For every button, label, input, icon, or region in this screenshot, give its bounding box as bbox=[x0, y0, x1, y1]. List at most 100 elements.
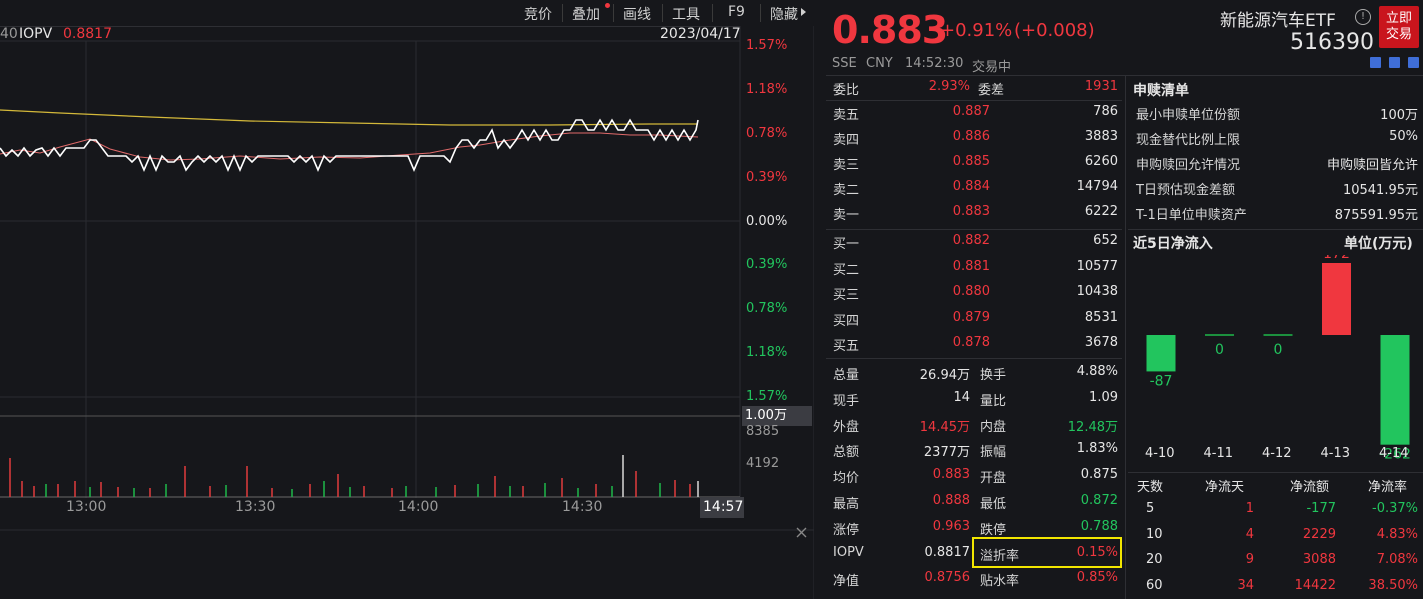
security-name: 新能源汽车ETF bbox=[1220, 11, 1336, 31]
stat-value: 0.872 bbox=[1080, 493, 1118, 508]
redemption-value: 申购赎回皆允许 bbox=[1326, 158, 1418, 173]
stat-label: 净值 bbox=[833, 574, 860, 590]
netflow-flow-days: 34 bbox=[1237, 577, 1254, 593]
pct-tick: 1.57% bbox=[746, 38, 788, 53]
expand-icon[interactable] bbox=[1389, 57, 1400, 68]
stat-label: 最低 bbox=[980, 497, 1007, 512]
wei-cha-value: 1931 bbox=[1084, 79, 1118, 94]
time-label: 13:00 bbox=[66, 499, 107, 515]
netflow-days: 60 bbox=[1146, 577, 1163, 593]
netflow-value-label: -87 bbox=[1150, 373, 1173, 389]
ask-price[interactable]: 0.887 bbox=[900, 104, 990, 119]
change-abs: (+0.008) bbox=[1014, 20, 1095, 41]
ask-price[interactable]: 0.886 bbox=[900, 129, 990, 144]
stat-value: 0.888 bbox=[932, 493, 970, 508]
exchange: SSE bbox=[832, 56, 857, 71]
netflow-amount: 3088 bbox=[1302, 552, 1336, 567]
ask-price[interactable]: 0.883 bbox=[900, 204, 990, 219]
time-label: 14:00 bbox=[398, 499, 439, 515]
stat-value: 14.45万 bbox=[919, 419, 970, 435]
ask-label: 卖二 bbox=[833, 183, 860, 198]
currency: CNY bbox=[866, 56, 893, 71]
stat-value: 26.94万 bbox=[919, 368, 970, 383]
netflow-value-label: 172 bbox=[1323, 255, 1350, 262]
netflow-table-header: 净流率 bbox=[1368, 480, 1408, 495]
netflow-amount: -177 bbox=[1306, 501, 1336, 516]
pct-tick: 1.18% bbox=[746, 82, 788, 97]
ask-label: 卖四 bbox=[833, 133, 860, 148]
stat-label: 内盘 bbox=[980, 419, 1007, 435]
ask-volume: 6260 bbox=[1084, 154, 1118, 169]
netflow-value-label: 0 bbox=[1274, 342, 1283, 358]
bid-price[interactable]: 0.882 bbox=[900, 233, 990, 248]
bid-volume: 8531 bbox=[1084, 309, 1118, 325]
netflow-rate: -0.37% bbox=[1372, 501, 1418, 516]
bid-price[interactable]: 0.880 bbox=[900, 284, 990, 299]
netflow-category: 4-11 bbox=[1203, 446, 1234, 461]
trade-now-button[interactable]: 立即 交易 bbox=[1379, 6, 1419, 48]
hide-button[interactable]: 隐藏 bbox=[770, 4, 798, 24]
redemption-label: 现金替代比例上限 bbox=[1136, 133, 1241, 148]
netflow-rate: 38.50% bbox=[1368, 577, 1418, 593]
netflow-flow-days: 4 bbox=[1245, 526, 1254, 542]
overlay-button[interactable]: 叠加 bbox=[572, 4, 600, 24]
bid-price[interactable]: 0.879 bbox=[900, 310, 990, 325]
pct-tick: 0.39% bbox=[746, 170, 788, 185]
ask-price[interactable]: 0.884 bbox=[900, 179, 990, 194]
redemption-value: 50% bbox=[1389, 129, 1418, 144]
pct-tick: 1.57% bbox=[746, 389, 788, 404]
stat-label: 换手 bbox=[980, 368, 1007, 383]
stat-value: 0.85% bbox=[1076, 570, 1118, 586]
tools-button[interactable]: 工具 bbox=[672, 4, 700, 24]
pct-tick: 1.18% bbox=[746, 345, 788, 360]
stat-label: 外盘 bbox=[833, 419, 860, 435]
wei-bi-label: 委比 bbox=[833, 83, 860, 98]
pct-tick: 0.78% bbox=[746, 301, 788, 316]
bid-volume: 3678 bbox=[1084, 335, 1118, 350]
info-icon[interactable]: ! bbox=[1355, 9, 1371, 25]
wei-cha-label: 委差 bbox=[978, 83, 1005, 98]
redemption-label: T-1日单位申赎资产 bbox=[1136, 208, 1247, 223]
netflow-days: 20 bbox=[1146, 552, 1163, 567]
close-pane-icon bbox=[796, 527, 807, 538]
redemption-label: 申购赎回允许情况 bbox=[1136, 158, 1241, 173]
ask-price[interactable]: 0.885 bbox=[900, 154, 990, 169]
netflow-amount: 14422 bbox=[1294, 577, 1336, 593]
draw-line-button[interactable]: 画线 bbox=[623, 4, 651, 24]
change-pct: +0.91% bbox=[940, 20, 1013, 41]
bid-volume: 10577 bbox=[1076, 258, 1118, 274]
netflow-category: 4-13 bbox=[1320, 446, 1351, 461]
last-price: 0.883 bbox=[832, 8, 948, 52]
ask-label: 卖一 bbox=[833, 208, 860, 223]
premium-highlight bbox=[972, 537, 1122, 568]
stat-label: 跌停 bbox=[980, 522, 1007, 538]
netflow-table-header: 天数 bbox=[1137, 480, 1164, 495]
ask-volume: 3883 bbox=[1084, 129, 1118, 144]
ask-label: 卖三 bbox=[833, 158, 860, 173]
pct-tick: 0.00% bbox=[746, 214, 788, 229]
stat-value: 0.875 bbox=[1080, 467, 1118, 483]
stat-value: 0.883 bbox=[932, 467, 970, 483]
redemption-value: 10541.95元 bbox=[1342, 183, 1418, 198]
netflow-table-header: 净流额 bbox=[1290, 480, 1330, 495]
caret-right-icon bbox=[801, 8, 806, 16]
bid-label: 买五 bbox=[833, 339, 860, 354]
stat-value: 0.788 bbox=[1080, 518, 1118, 534]
bid-price[interactable]: 0.881 bbox=[900, 259, 990, 274]
netflow-flow-days: 9 bbox=[1245, 552, 1254, 567]
edit-icon[interactable] bbox=[1370, 57, 1381, 68]
f9-button[interactable]: F9 bbox=[728, 4, 745, 20]
netflow-category: 4-12 bbox=[1262, 446, 1292, 461]
bid-label: 买四 bbox=[833, 313, 860, 329]
add-icon[interactable] bbox=[1408, 57, 1419, 68]
pct-tick: 0.39% bbox=[746, 257, 788, 272]
bid-price[interactable]: 0.878 bbox=[900, 335, 990, 350]
auction-button[interactable]: 竞价 bbox=[524, 4, 552, 24]
redemption-title: 申赎清单 bbox=[1133, 83, 1189, 99]
stat-label: 贴水率 bbox=[980, 574, 1020, 590]
netflow-category: 4-10 bbox=[1145, 446, 1175, 461]
security-code: 516390 bbox=[1290, 30, 1374, 55]
stat-label: 总量 bbox=[833, 368, 860, 383]
bid-volume: 10438 bbox=[1076, 284, 1118, 299]
stat-value: 1.09 bbox=[1089, 389, 1118, 405]
